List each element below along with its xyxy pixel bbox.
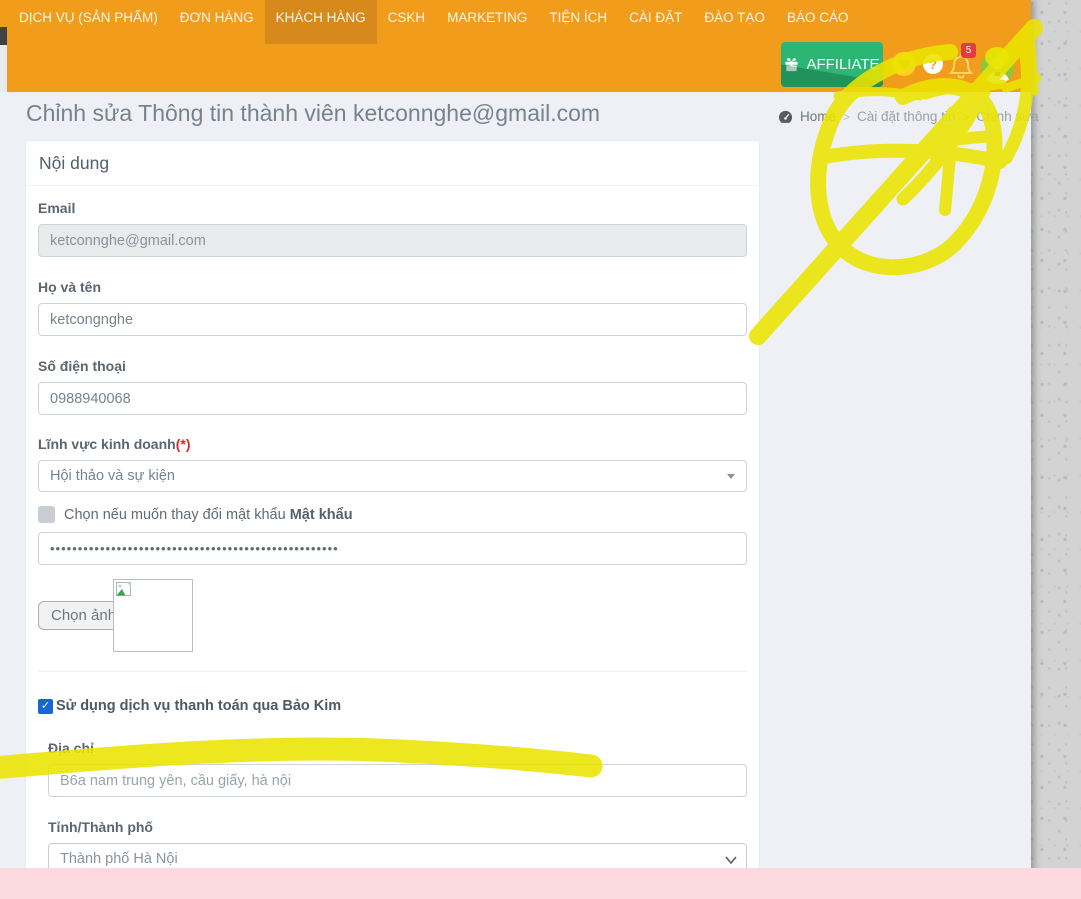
- breadcrumb-separator: >: [962, 110, 969, 124]
- panel-title: Nội dung: [26, 141, 759, 186]
- phone-field[interactable]: [38, 382, 747, 415]
- favorites-heart-icon[interactable]: [892, 52, 916, 76]
- main-navigation: DỊCH VỤ (SẢN PHẨM) ĐƠN HÀNG KHÁCH HÀNG C…: [8, 0, 859, 44]
- required-mark: (*): [176, 436, 191, 452]
- nav-item-cskh[interactable]: CSKH: [377, 0, 437, 36]
- password-field[interactable]: [38, 532, 747, 565]
- name-group: Họ và tên: [38, 279, 747, 336]
- image-preview-box: [113, 579, 193, 652]
- user-avatar-icon[interactable]: [981, 51, 1014, 84]
- baokim-row: ✓ Sử dụng dịch vụ thanh toán qua Bảo Kim: [38, 698, 747, 714]
- business-label: Lĩnh vực kinh doanh(*): [38, 436, 747, 453]
- nav-item-dao-tao[interactable]: ĐÀO TẠO: [693, 0, 776, 36]
- avatar-upload-row: Chọn ảnh: [38, 579, 747, 652]
- email-field: [38, 224, 747, 257]
- address-field[interactable]: [48, 764, 747, 797]
- city-label: Tỉnh/Thành phố: [48, 819, 747, 836]
- phone-group: Số điện thoại: [38, 358, 747, 415]
- phone-label: Số điện thoại: [38, 358, 747, 375]
- nav-item-cai-dat[interactable]: CÀI ĐẶT: [618, 0, 693, 36]
- business-group: Lĩnh vực kinh doanh(*) Hội thảo và sự ki…: [38, 436, 747, 492]
- business-select[interactable]: Hội thảo và sự kiện: [38, 460, 747, 492]
- nav-item-dich-vu[interactable]: DỊCH VỤ (SẢN PHẨM): [8, 0, 169, 36]
- nav-item-bao-cao[interactable]: BÁO CÁO: [776, 0, 860, 36]
- nav-item-marketing[interactable]: MARKETING: [436, 0, 538, 36]
- city-select-value: Thành phố Hà Nội: [60, 851, 178, 867]
- breadcrumb-current: Chỉnh sửa: [976, 109, 1038, 124]
- help-icon[interactable]: ?: [923, 54, 943, 74]
- page-title: Chỉnh sửa Thông tin thành viên ketconngh…: [26, 100, 600, 127]
- content-panel: Nội dung Email Họ và tên Số điện thoại L…: [25, 140, 760, 875]
- help-glyph: ?: [929, 57, 937, 72]
- baokim-checkbox[interactable]: ✓: [38, 699, 53, 714]
- email-label: Email: [38, 200, 747, 217]
- desktop-background: { "nav": { "items": [ { "label": "DỊCH V…: [0, 0, 1081, 899]
- name-label: Họ và tên: [38, 279, 747, 296]
- bottom-pink-bar: [0, 868, 1081, 899]
- business-select-value: Hội thảo và sự kiện: [50, 468, 175, 484]
- window-edge-sliver: [0, 45, 7, 92]
- nav-item-don-hang[interactable]: ĐƠN HÀNG: [169, 0, 265, 36]
- chevron-down-icon: [725, 856, 737, 864]
- name-field[interactable]: [38, 303, 747, 336]
- window-edge-notch: [0, 27, 7, 45]
- nav-item-khach-hang[interactable]: KHÁCH HÀNG: [265, 0, 377, 44]
- breadcrumb: Home > Cài đặt thông tin > Chỉnh sửa: [778, 109, 1039, 124]
- edit-member-form: Email Họ và tên Số điện thoại Lĩnh vực k…: [26, 186, 759, 876]
- baokim-label: Sử dụng dịch vụ thanh toán qua Bảo Kim: [56, 698, 341, 714]
- email-group: Email: [38, 200, 747, 257]
- section-divider: [38, 671, 747, 672]
- breadcrumb-home-link[interactable]: Home: [800, 109, 836, 124]
- top-header-bar: DỊCH VỤ (SẢN PHẨM) ĐƠN HÀNG KHÁCH HÀNG C…: [0, 0, 1031, 92]
- dashboard-icon: [778, 110, 793, 124]
- address-group: Địa chỉ: [48, 740, 747, 797]
- affiliate-button-label: AFFILIATE: [806, 56, 879, 73]
- gift-icon: [784, 57, 799, 72]
- breadcrumb-settings-link[interactable]: Cài đặt thông tin: [857, 109, 955, 124]
- caret-down-icon: [727, 474, 735, 479]
- affiliate-button[interactable]: AFFILIATE: [781, 42, 883, 87]
- notification-count-badge: 5: [961, 43, 976, 58]
- breadcrumb-separator: >: [843, 110, 850, 124]
- password-toggle-label: Chọn nếu muốn thay đổi mật khẩu Mật khẩu: [64, 507, 353, 523]
- password-toggle-row: Chọn nếu muốn thay đổi mật khẩu Mật khẩu: [38, 506, 747, 523]
- password-toggle-checkbox[interactable]: [38, 506, 55, 523]
- nav-item-tien-ich[interactable]: TIỆN ÍCH: [538, 0, 618, 36]
- payment-address-block: Địa chỉ Tỉnh/Thành phố Thành phố Hà Nội: [38, 740, 747, 876]
- address-label: Địa chỉ: [48, 740, 747, 757]
- app-window: DỊCH VỤ (SẢN PHẨM) ĐƠN HÀNG KHÁCH HÀNG C…: [0, 0, 1031, 899]
